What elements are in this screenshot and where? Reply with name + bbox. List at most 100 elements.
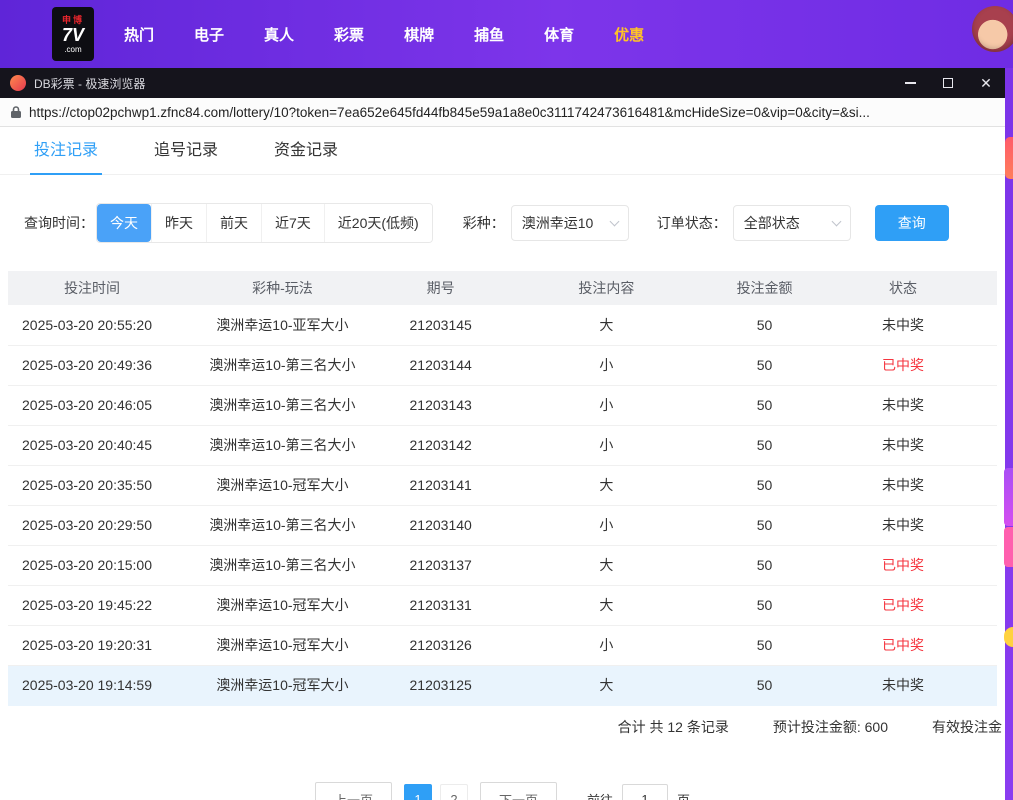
record-tabs: 投注记录 追号记录 资金记录 bbox=[0, 127, 1005, 175]
time-option-2[interactable]: 前天 bbox=[206, 204, 261, 242]
table-row[interactable]: 2025-03-20 20:29:50澳洲幸运10-第三名大小21203140小… bbox=[8, 505, 997, 545]
logo-sub-text: .com bbox=[64, 45, 81, 54]
search-button[interactable]: 查询 bbox=[875, 205, 949, 241]
status-cell: 未中奖 bbox=[809, 305, 997, 345]
time-filter-group: 今天昨天前天近7天近20天(低频) bbox=[96, 203, 433, 243]
floating-widget bbox=[1004, 527, 1013, 567]
bet-time-cell: 2025-03-20 19:45:22 bbox=[8, 585, 176, 625]
app-icon bbox=[10, 75, 26, 91]
table-row[interactable]: 2025-03-20 20:55:20澳洲幸运10-亚军大小21203145大5… bbox=[8, 305, 997, 345]
nav-item-3[interactable]: 彩票 bbox=[334, 24, 364, 45]
user-avatar[interactable] bbox=[972, 6, 1013, 52]
window-titlebar[interactable]: DB彩票 - 极速浏览器 ✕ bbox=[0, 68, 1005, 98]
prev-page-button[interactable]: 上一页 bbox=[315, 782, 392, 800]
nav-item-7[interactable]: 优惠 bbox=[614, 24, 644, 45]
amount-cell: 50 bbox=[720, 385, 809, 425]
game-cell: 澳洲幸运10-第三名大小 bbox=[176, 385, 389, 425]
nav-item-5[interactable]: 捕鱼 bbox=[474, 24, 504, 45]
game-cell: 澳洲幸运10-冠军大小 bbox=[176, 665, 389, 705]
logo-main-text: 7V bbox=[62, 26, 84, 45]
issue-cell: 21203141 bbox=[389, 465, 493, 505]
nav-item-4[interactable]: 棋牌 bbox=[404, 24, 434, 45]
next-page-button[interactable]: 下一页 bbox=[480, 782, 557, 800]
table-row[interactable]: 2025-03-20 19:45:22澳洲幸运10-冠军大小21203131大5… bbox=[8, 585, 997, 625]
table-body: 2025-03-20 20:55:20澳洲幸运10-亚军大小21203145大5… bbox=[8, 305, 997, 705]
nav-item-2[interactable]: 真人 bbox=[264, 24, 294, 45]
time-option-4[interactable]: 近20天(低频) bbox=[324, 204, 432, 242]
header-cell-4: 投注金额 bbox=[720, 271, 809, 305]
nav-item-0[interactable]: 热门 bbox=[124, 24, 154, 45]
game-cell: 澳洲幸运10-亚军大小 bbox=[176, 305, 389, 345]
maximize-icon bbox=[943, 78, 953, 88]
game-cell: 澳洲幸运10-第三名大小 bbox=[176, 505, 389, 545]
floating-widget bbox=[1004, 468, 1013, 526]
amount-cell: 50 bbox=[720, 345, 809, 385]
status-cell: 未中奖 bbox=[809, 425, 997, 465]
page-number-1[interactable]: 1 bbox=[404, 784, 432, 800]
page-content: 投注记录追号记录资金记录 查询时间： 今天昨天前天近7天近20天(低频) 彩种：… bbox=[0, 127, 1005, 800]
table-row[interactable]: 2025-03-20 19:14:59澳洲幸运10-冠军大小21203125大5… bbox=[8, 665, 997, 705]
time-option-3[interactable]: 近7天 bbox=[261, 204, 324, 242]
status-cell: 未中奖 bbox=[809, 505, 997, 545]
chevron-down-icon bbox=[609, 217, 619, 227]
game-cell: 澳洲幸运10-第三名大小 bbox=[176, 545, 389, 585]
summary-bar: 合计 共 12 条记录 预计投注金额: 600 有效投注金 bbox=[0, 712, 1005, 742]
table-row[interactable]: 2025-03-20 20:15:00澳洲幸运10-第三名大小21203137大… bbox=[8, 545, 997, 585]
floating-widget bbox=[1005, 137, 1013, 179]
amount-cell: 50 bbox=[720, 625, 809, 665]
summary-expected-amount: 预计投注金额: 600 bbox=[773, 717, 888, 737]
content-cell: 小 bbox=[493, 345, 720, 385]
tab-1[interactable]: 追号记录 bbox=[150, 136, 222, 175]
goto-label: 前往 bbox=[587, 790, 613, 800]
status-cell: 已中奖 bbox=[809, 345, 997, 385]
time-filter-label: 查询时间： bbox=[24, 213, 94, 233]
game-cell: 澳洲幸运10-冠军大小 bbox=[176, 585, 389, 625]
game-cell: 澳洲幸运10-冠军大小 bbox=[176, 625, 389, 665]
status-select[interactable]: 全部状态 bbox=[733, 205, 851, 241]
nav-item-1[interactable]: 电子 bbox=[194, 24, 224, 45]
close-button[interactable]: ✕ bbox=[967, 68, 1005, 98]
bet-time-cell: 2025-03-20 20:35:50 bbox=[8, 465, 176, 505]
issue-cell: 21203143 bbox=[389, 385, 493, 425]
issue-cell: 21203145 bbox=[389, 305, 493, 345]
time-option-0[interactable]: 今天 bbox=[97, 204, 151, 242]
bet-time-cell: 2025-03-20 20:55:20 bbox=[8, 305, 176, 345]
pagination: 上一页 12 下一页 前往 页 bbox=[0, 782, 1005, 800]
minimize-button[interactable] bbox=[891, 68, 929, 98]
bet-time-cell: 2025-03-20 19:20:31 bbox=[8, 625, 176, 665]
status-cell: 已中奖 bbox=[809, 585, 997, 625]
content-cell: 小 bbox=[493, 425, 720, 465]
lottery-select[interactable]: 澳洲幸运10 bbox=[511, 205, 629, 241]
issue-cell: 21203140 bbox=[389, 505, 493, 545]
tab-0[interactable]: 投注记录 bbox=[30, 136, 102, 175]
table-row[interactable]: 2025-03-20 20:40:45澳洲幸运10-第三名大小21203142小… bbox=[8, 425, 997, 465]
table-row[interactable]: 2025-03-20 19:20:31澳洲幸运10-冠军大小21203126小5… bbox=[8, 625, 997, 665]
bet-time-cell: 2025-03-20 20:49:36 bbox=[8, 345, 176, 385]
issue-cell: 21203131 bbox=[389, 585, 493, 625]
goto-page-input[interactable] bbox=[622, 784, 668, 800]
bet-time-cell: 2025-03-20 20:46:05 bbox=[8, 385, 176, 425]
amount-cell: 50 bbox=[720, 585, 809, 625]
content-cell: 大 bbox=[493, 465, 720, 505]
nav-item-6[interactable]: 体育 bbox=[544, 24, 574, 45]
table-header-row: 投注时间彩种-玩法期号投注内容投注金额状态 bbox=[8, 271, 997, 305]
summary-total: 合计 共 12 条记录 bbox=[618, 717, 729, 737]
site-logo[interactable]: 申博 7V .com bbox=[52, 7, 94, 61]
content-cell: 大 bbox=[493, 665, 720, 705]
page-number-2[interactable]: 2 bbox=[440, 784, 468, 800]
table-row[interactable]: 2025-03-20 20:49:36澳洲幸运10-第三名大小21203144小… bbox=[8, 345, 997, 385]
content-cell: 小 bbox=[493, 385, 720, 425]
floating-widget bbox=[1004, 627, 1013, 647]
window-controls: ✕ bbox=[891, 68, 1005, 98]
table-row[interactable]: 2025-03-20 20:35:50澳洲幸运10-冠军大小21203141大5… bbox=[8, 465, 997, 505]
bet-records-table: 投注时间彩种-玩法期号投注内容投注金额状态 2025-03-20 20:55:2… bbox=[8, 271, 997, 706]
tab-2[interactable]: 资金记录 bbox=[270, 136, 342, 175]
chevron-down-icon bbox=[831, 217, 841, 227]
bet-time-cell: 2025-03-20 20:29:50 bbox=[8, 505, 176, 545]
table-row[interactable]: 2025-03-20 20:46:05澳洲幸运10-第三名大小21203143小… bbox=[8, 385, 997, 425]
logo-top-text: 申博 bbox=[62, 15, 84, 26]
maximize-button[interactable] bbox=[929, 68, 967, 98]
time-option-1[interactable]: 昨天 bbox=[151, 204, 206, 242]
bet-time-cell: 2025-03-20 20:15:00 bbox=[8, 545, 176, 585]
address-bar[interactable]: https://ctop02pchwp1.zfnc84.com/lottery/… bbox=[0, 98, 1005, 127]
